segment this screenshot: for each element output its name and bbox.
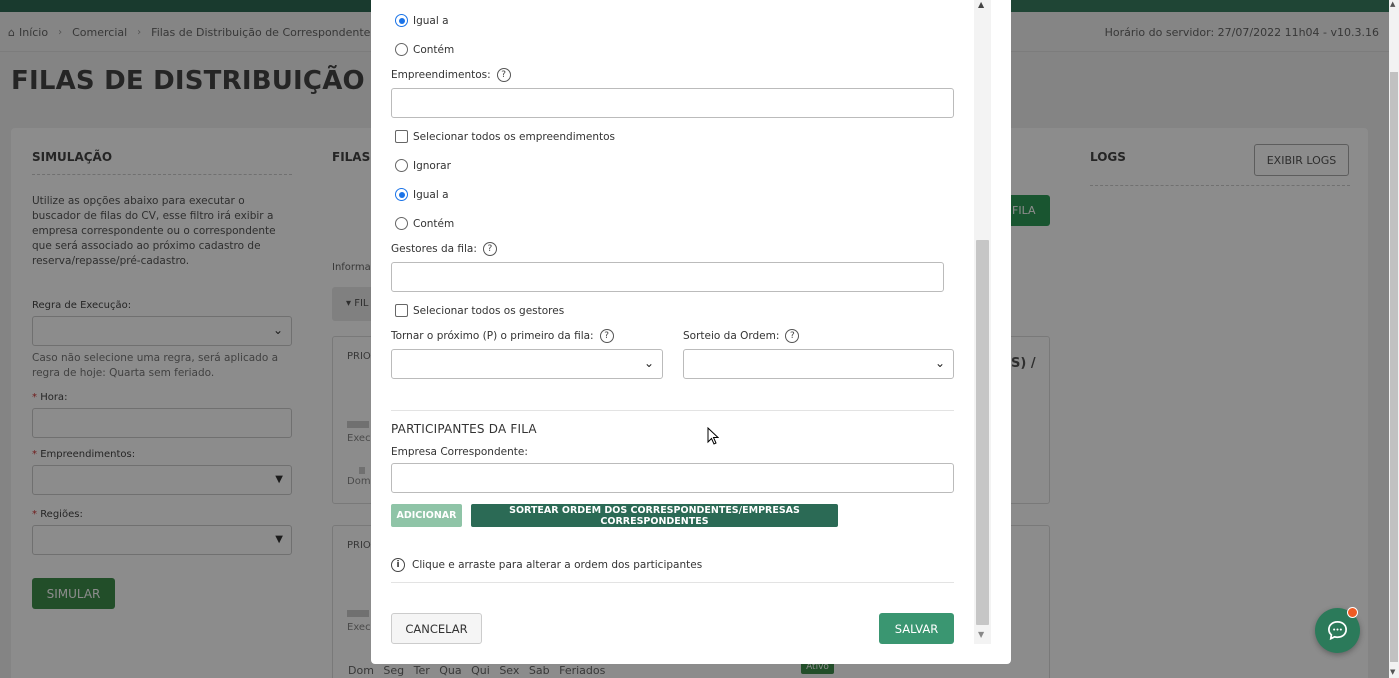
radio-button[interactable]: [395, 14, 408, 27]
mouse-cursor-icon: [707, 427, 719, 445]
draw-order-select[interactable]: ⌄: [683, 349, 954, 379]
radio-equal[interactable]: Igual a: [395, 188, 449, 201]
draw-order-label: Sorteio da Ordem: ?: [683, 329, 800, 343]
footer-divider: [391, 582, 954, 583]
scroll-up-icon[interactable]: ▲: [1390, 0, 1395, 8]
radio-button[interactable]: [395, 188, 408, 201]
checkbox[interactable]: [395, 130, 408, 143]
help-icon[interactable]: ?: [482, 242, 497, 256]
select-all-developments[interactable]: Selecionar todos os empreendimentos: [395, 130, 615, 143]
scroll-up-icon[interactable]: ▲: [978, 0, 984, 9]
page-scrollbar-thumb[interactable]: [1390, 72, 1398, 662]
managers-input[interactable]: [391, 262, 944, 292]
radio-contains[interactable]: Contém: [395, 217, 454, 230]
managers-field-label: Gestores da fila: ?: [391, 242, 497, 256]
company-label: Empresa Correspondente:: [391, 446, 528, 458]
modal-scrollbar[interactable]: ▲ ▼: [974, 0, 991, 644]
cancel-button[interactable]: CANCELAR: [391, 613, 482, 644]
scroll-down-icon[interactable]: ▼: [978, 630, 984, 639]
info-icon: i: [391, 558, 405, 572]
page-scrollbar[interactable]: ▲ ▼: [1389, 0, 1399, 678]
chevron-down-icon: ⌄: [934, 356, 945, 370]
notification-dot: [1347, 607, 1358, 618]
shuffle-order-button[interactable]: SORTEAR ORDEM DOS CORRESPONDENTES/EMPRES…: [471, 504, 838, 527]
chevron-down-icon: ⌄: [643, 356, 654, 370]
company-input[interactable]: [391, 463, 954, 493]
checkbox[interactable]: [395, 304, 408, 317]
next-first-label: Tornar o próximo (P) o primeiro da fila:…: [391, 329, 614, 343]
radio-button[interactable]: [395, 43, 408, 56]
scroll-down-icon[interactable]: ▼: [1390, 668, 1395, 676]
radio-ignore[interactable]: Ignorar: [395, 159, 451, 172]
select-all-managers[interactable]: Selecionar todos os gestores: [395, 304, 564, 317]
radio-top-equal[interactable]: Igual a: [395, 14, 449, 27]
chat-bubble-icon: [1328, 621, 1347, 641]
radio-top-contains[interactable]: Contém: [395, 43, 454, 56]
help-icon[interactable]: ?: [785, 329, 800, 343]
modal-scrollbar-thumb[interactable]: [976, 240, 989, 625]
chat-widget-button[interactable]: [1315, 607, 1360, 653]
save-button[interactable]: SALVAR: [879, 613, 954, 644]
help-icon[interactable]: ?: [599, 329, 614, 343]
add-button[interactable]: ADICIONAR: [391, 504, 462, 527]
drag-info: i Clique e arraste para alterar a ordem …: [391, 558, 702, 572]
section-divider: [391, 410, 954, 411]
developments-field-label: Empreendimentos: ?: [391, 68, 511, 82]
radio-button[interactable]: [395, 217, 408, 230]
participants-title: PARTICIPANTES DA FILA: [391, 422, 537, 436]
developments-input[interactable]: [391, 88, 954, 118]
next-first-select[interactable]: ⌄: [391, 349, 663, 379]
help-icon[interactable]: ?: [496, 68, 511, 82]
radio-button[interactable]: [395, 159, 408, 172]
